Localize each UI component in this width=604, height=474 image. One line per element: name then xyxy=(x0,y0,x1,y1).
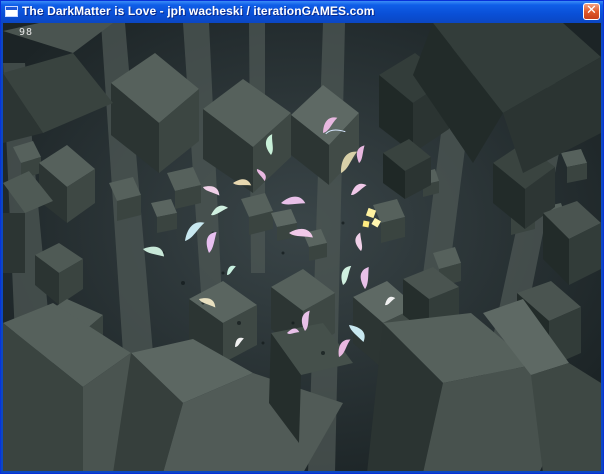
close-button[interactable]: ✕ xyxy=(583,3,600,20)
scene-canvas xyxy=(3,23,601,473)
title-bar[interactable]: The DarkMatter is Love - jph wacheski / … xyxy=(1,1,603,23)
game-viewport[interactable]: 98 xyxy=(3,23,601,473)
hud-counter: 98 xyxy=(19,27,34,38)
window-frame-left xyxy=(1,23,3,473)
glow-orb xyxy=(362,220,370,228)
window-frame-bottom xyxy=(1,471,603,473)
window-frame-right xyxy=(601,23,603,473)
window-title: The DarkMatter is Love - jph wacheski / … xyxy=(22,4,375,18)
app-window-icon xyxy=(5,6,18,17)
game-window: The DarkMatter is Love - jph wacheski / … xyxy=(0,0,604,474)
close-icon: ✕ xyxy=(586,3,597,18)
